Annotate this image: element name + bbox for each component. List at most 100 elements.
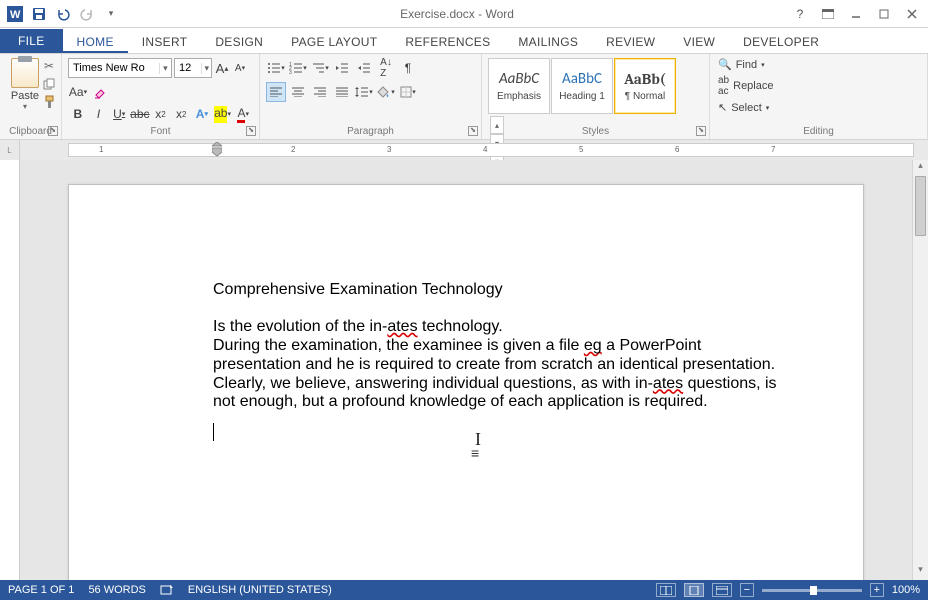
increase-indent-button[interactable] (354, 58, 374, 78)
tab-references[interactable]: REFERENCES (391, 31, 504, 53)
select-icon: ↖ (718, 101, 727, 114)
doc-p1: Is the evolution of the in-ates technolo… (213, 318, 789, 337)
vertical-scrollbar[interactable]: ▴ ▾ (912, 160, 928, 580)
align-center-button[interactable] (288, 82, 308, 102)
status-page[interactable]: PAGE 1 OF 1 (8, 584, 74, 596)
styles-launcher[interactable]: ⬊ (696, 126, 706, 136)
clear-formatting-button[interactable] (90, 82, 110, 102)
horizontal-ruler[interactable]: 1 2 3 4 5 6 7 (68, 143, 914, 157)
text-effects-button[interactable]: A▾ (192, 104, 212, 124)
zoom-slider[interactable] (762, 589, 862, 592)
borders-button[interactable]: ▾ (398, 82, 418, 102)
help-icon[interactable]: ? (788, 4, 812, 24)
view-web-layout-icon[interactable] (712, 583, 732, 597)
group-font-label: Font (62, 126, 259, 137)
tab-file[interactable]: FILE (0, 29, 63, 53)
align-left-button[interactable] (266, 82, 286, 102)
font-name-combo[interactable]: ▾ (68, 58, 172, 78)
tab-page-layout[interactable]: PAGE LAYOUT (277, 31, 391, 53)
italic-button[interactable]: I (89, 104, 109, 124)
font-size-combo[interactable]: ▾ (174, 58, 212, 78)
style-heading1[interactable]: AaBbCHeading 1 (551, 58, 613, 114)
style-emphasis[interactable]: AaBbCEmphasis (488, 58, 550, 114)
format-painter-icon[interactable] (41, 94, 57, 110)
title-bar: W ▾ Exercise.docx - Word ? (0, 0, 928, 28)
grow-font-button[interactable]: A▴ (214, 58, 230, 78)
ribbon-display-icon[interactable] (816, 4, 840, 24)
zoom-out-button[interactable]: − (740, 583, 754, 597)
scroll-down-icon[interactable]: ▾ (913, 564, 928, 580)
document-content[interactable]: Comprehensive Examination Technology Is … (213, 281, 789, 412)
shrink-font-button[interactable]: A▾ (232, 58, 248, 78)
tab-insert[interactable]: INSERT (128, 31, 202, 53)
highlight-button[interactable]: ab▾ (213, 104, 233, 124)
align-right-button[interactable] (310, 82, 330, 102)
minimize-icon[interactable] (844, 4, 868, 24)
scroll-up-icon[interactable]: ▴ (913, 160, 928, 176)
word-app-icon[interactable]: W (4, 3, 26, 25)
sort-button[interactable]: A↓Z (376, 58, 396, 78)
group-styles: AaBbCEmphasis AaBbCHeading 1 AaBb(¶ Norm… (482, 54, 710, 139)
view-print-layout-icon[interactable] (684, 583, 704, 597)
copy-icon[interactable] (41, 76, 57, 92)
undo-icon[interactable] (52, 3, 74, 25)
font-size-input[interactable] (175, 59, 201, 77)
zoom-level[interactable]: 100% (892, 584, 920, 596)
style-normal[interactable]: AaBb(¶ Normal (614, 58, 676, 114)
tab-developer[interactable]: DEVELOPER (729, 31, 833, 53)
doc-p2: During the examination, the examinee is … (213, 337, 789, 375)
page[interactable]: Comprehensive Examination Technology Is … (68, 184, 864, 580)
superscript-button[interactable]: x2 (171, 104, 191, 124)
cut-icon[interactable]: ✂ (41, 58, 57, 74)
group-paragraph-label: Paragraph (260, 126, 481, 137)
zoom-in-button[interactable]: + (870, 583, 884, 597)
font-name-input[interactable] (69, 59, 159, 77)
status-proofing[interactable] (160, 584, 174, 596)
line-spacing-button[interactable]: ▾ (354, 82, 374, 102)
center-symbol-icon: ≡ (471, 445, 479, 461)
maximize-icon[interactable] (872, 4, 896, 24)
bold-button[interactable]: B (68, 104, 88, 124)
strikethrough-button[interactable]: abc (130, 104, 150, 124)
numbering-button[interactable]: 123▾ (288, 58, 308, 78)
replace-button[interactable]: abacReplace (716, 73, 921, 99)
redo-icon[interactable] (76, 3, 98, 25)
show-marks-button[interactable]: ¶ (398, 58, 418, 78)
justify-button[interactable] (332, 82, 352, 102)
paragraph-launcher[interactable]: ⬊ (468, 126, 478, 136)
scroll-thumb[interactable] (915, 176, 926, 236)
tab-design[interactable]: DESIGN (201, 31, 277, 53)
ribbon: Paste ▾ ✂ Clipboard ⬊ ▾ ▾ A▴ A▾ Aa▾ B I … (0, 54, 928, 140)
underline-button[interactable]: U▾ (109, 104, 129, 124)
doc-p3: Clearly, we believe, answering individua… (213, 375, 789, 413)
status-words[interactable]: 56 WORDS (88, 584, 145, 596)
find-button[interactable]: 🔍Find ▾ (716, 56, 921, 73)
document-area: Comprehensive Examination Technology Is … (0, 160, 928, 580)
clipboard-launcher[interactable]: ⬊ (48, 126, 58, 136)
font-color-button[interactable]: A▾ (233, 104, 253, 124)
indent-marker-icon[interactable] (212, 142, 222, 160)
status-language[interactable]: ENGLISH (UNITED STATES) (188, 584, 332, 596)
qat-customize-icon[interactable]: ▾ (100, 3, 122, 25)
zoom-thumb[interactable] (810, 586, 817, 595)
multilevel-list-button[interactable]: ▾ (310, 58, 330, 78)
paste-button[interactable]: Paste ▾ (6, 56, 44, 111)
save-icon[interactable] (28, 3, 50, 25)
vertical-ruler[interactable] (0, 160, 20, 580)
subscript-button[interactable]: x2 (151, 104, 171, 124)
chevron-down-icon[interactable]: ▾ (201, 63, 211, 74)
close-icon[interactable] (900, 4, 924, 24)
decrease-indent-button[interactable] (332, 58, 352, 78)
shading-button[interactable]: ▾ (376, 82, 396, 102)
chevron-down-icon[interactable]: ▾ (159, 63, 171, 74)
tab-home[interactable]: HOME (63, 31, 128, 53)
font-launcher[interactable]: ⬊ (246, 126, 256, 136)
view-read-mode-icon[interactable] (656, 583, 676, 597)
tab-view[interactable]: VIEW (669, 31, 729, 53)
tab-review[interactable]: REVIEW (592, 31, 669, 53)
ruler-corner[interactable]: L (0, 140, 20, 160)
change-case-button[interactable]: Aa▾ (68, 82, 88, 102)
bullets-button[interactable]: ▾ (266, 58, 286, 78)
select-button[interactable]: ↖Select ▾ (716, 99, 921, 116)
tab-mailings[interactable]: MAILINGS (504, 31, 592, 53)
